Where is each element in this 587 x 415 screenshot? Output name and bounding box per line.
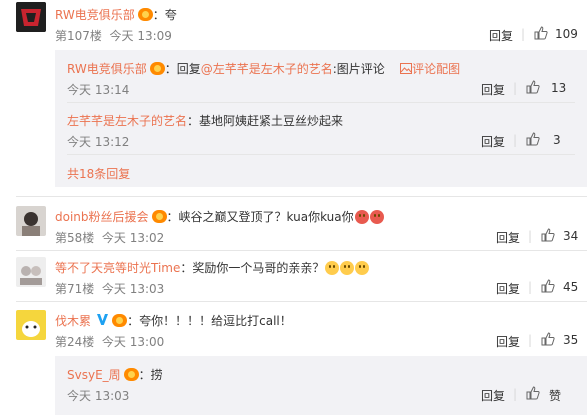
divider <box>16 301 587 302</box>
sub-reply-header: SvsyE_周 ：捞 <box>67 368 163 382</box>
comment-header: RW电竞俱乐部 ：夸 <box>55 8 177 22</box>
divider <box>16 196 587 197</box>
divider <box>67 102 575 103</box>
floor-number: 第107楼 <box>55 29 102 43</box>
username-link[interactable]: doinb粉丝后援会 <box>55 210 149 224</box>
reply-button[interactable]: 回复 <box>496 280 520 297</box>
like-count: 109 <box>555 27 578 41</box>
emoji-icon <box>369 209 384 224</box>
comment-meta: 第71楼 今天 13:03 <box>55 280 164 297</box>
thumbs-up-icon[interactable] <box>526 386 540 400</box>
timestamp: 今天 13:02 <box>101 231 165 245</box>
reply-button[interactable]: 回复 <box>481 387 505 404</box>
comment-text: 夸你！！！！给逗比打call！ <box>139 314 292 328</box>
like-count: 13 <box>551 81 567 95</box>
like-count: 45 <box>563 280 579 294</box>
divider: | <box>513 133 518 147</box>
divider: | <box>528 229 533 243</box>
comment-meta: 第24楼 今天 13:00 <box>55 333 164 350</box>
thumbs-up-icon[interactable] <box>526 132 540 146</box>
like-count: 3 <box>553 133 561 147</box>
reply-button[interactable]: 回复 <box>496 229 520 246</box>
username-link[interactable]: SvsyE_周 <box>67 368 121 382</box>
sub-reply-header: RW电竞俱乐部 ：回复@左芊芊是左木子的艺名:图片评论 评论配图 <box>67 58 460 78</box>
divider: | <box>528 280 533 294</box>
sub-reply-box: SvsyE_周 ：捞 今天 13:03 回复 | 赞 <box>55 356 587 415</box>
emoji-icon <box>355 260 370 275</box>
reply-button[interactable]: 回复 <box>481 133 505 150</box>
reply-button[interactable]: 回复 <box>481 81 505 98</box>
sub-reply-header: 左芊芊是左木子的艺名：基地阿姨赶紧土豆丝炒起来 <box>67 114 344 128</box>
comment-header: doinb粉丝后援会 ：峡谷之巅又登顶了？kua你kua你 <box>55 206 384 225</box>
username-link[interactable]: 伐木累 <box>55 314 91 328</box>
thumbs-up-icon[interactable] <box>541 332 555 346</box>
avatar[interactable] <box>16 2 46 32</box>
divider: | <box>513 81 518 95</box>
sub-reply-box: RW电竞俱乐部 ：回复@左芊芊是左木子的艺名:图片评论 评论配图 今天 13:14… <box>55 50 587 187</box>
vip-badge-icon <box>112 314 128 327</box>
divider <box>67 154 575 155</box>
divider <box>16 250 587 251</box>
thumbs-up-icon[interactable] <box>526 80 540 94</box>
thumbs-up-icon[interactable] <box>534 26 548 40</box>
avatar[interactable] <box>16 310 46 340</box>
reply-button[interactable]: 回复 <box>489 27 513 44</box>
divider: | <box>528 333 533 347</box>
comment-header: 伐木累 ：夸你！！！！给逗比打call！ <box>55 310 292 330</box>
emoji-icon <box>325 260 340 275</box>
mention-link[interactable]: @左芊芊是左木子的艺名 <box>201 62 333 76</box>
thumbs-up-icon[interactable] <box>541 228 555 242</box>
floor-number: 第58楼 <box>55 231 95 245</box>
vip-badge-icon <box>123 368 139 381</box>
timestamp: 今天 13:03 <box>101 282 165 296</box>
more-replies-link[interactable]: 共18条回复 <box>67 165 130 182</box>
comment-text: :图片评论 <box>332 62 385 76</box>
emoji-icon <box>354 209 369 224</box>
floor-number: 第24楼 <box>55 335 95 349</box>
picture-icon[interactable] <box>400 59 413 78</box>
comment-text: 夸 <box>164 8 177 22</box>
username-link[interactable]: RW电竞俱乐部 <box>67 62 147 76</box>
comment-text: 峡谷之巅又登顶了？kua你kua你 <box>178 210 354 224</box>
comment-meta: 第58楼 今天 13:02 <box>55 229 164 246</box>
timestamp: 今天 13:00 <box>101 335 165 349</box>
vip-badge-icon <box>149 62 165 75</box>
thumbs-up-icon[interactable] <box>541 279 555 293</box>
verified-v-icon <box>96 311 109 330</box>
username-link[interactable]: 左芊芊是左木子的艺名 <box>67 114 187 128</box>
divider: | <box>521 27 526 41</box>
emoji-icon <box>340 260 355 275</box>
comment-text: 奖励你一个马哥的亲亲？ <box>192 261 325 275</box>
like-label[interactable]: 赞 <box>549 387 561 404</box>
username-link[interactable]: RW电竞俱乐部 <box>55 8 135 22</box>
like-count: 35 <box>563 333 579 347</box>
vip-badge-icon <box>137 8 153 21</box>
view-picture-link[interactable]: 评论配图 <box>412 62 460 76</box>
comment-header: 等不了天亮等时光Time：奖励你一个马哥的亲亲？ <box>55 257 370 276</box>
comment-meta: 第107楼 今天 13:09 <box>55 27 172 44</box>
like-count: 34 <box>563 229 579 243</box>
floor-number: 第71楼 <box>55 282 95 296</box>
timestamp: 今天 13:12 <box>67 135 130 149</box>
timestamp: 今天 13:14 <box>67 83 130 97</box>
avatar[interactable] <box>16 206 46 236</box>
reply-button[interactable]: 回复 <box>496 333 520 350</box>
avatar[interactable] <box>16 257 46 287</box>
timestamp: 今天 13:03 <box>67 389 130 403</box>
comment-text: 基地阿姨赶紧土豆丝炒起来 <box>199 114 344 128</box>
vip-badge-icon <box>151 210 167 223</box>
divider: | <box>513 387 518 401</box>
username-link[interactable]: 等不了天亮等时光Time <box>55 261 180 275</box>
timestamp: 今天 13:09 <box>109 29 172 43</box>
comment-text: 捞 <box>150 368 163 382</box>
